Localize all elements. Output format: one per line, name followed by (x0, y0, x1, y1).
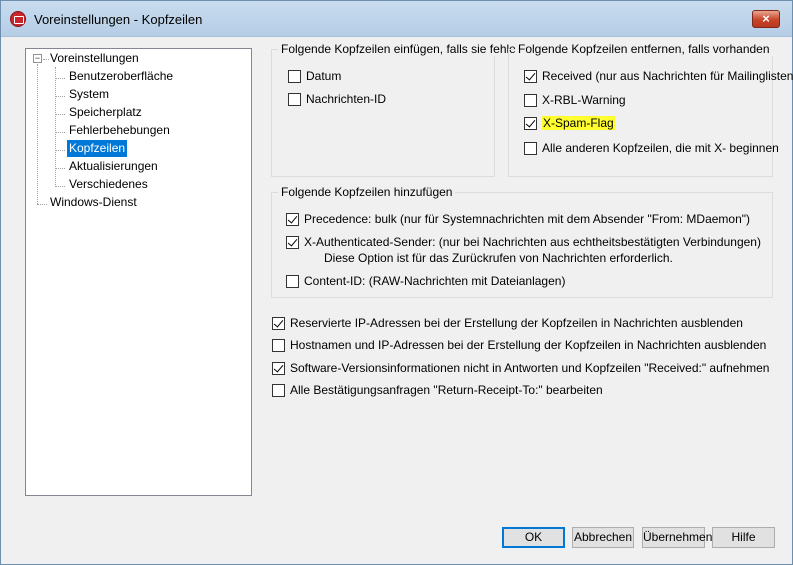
remove-headers-title: Folgende Kopfzeilen entfernen, falls vor… (515, 42, 773, 56)
checkbox-label: Content-ID: (RAW-Nachrichten mit Dateian… (304, 274, 566, 288)
checkbox-box[interactable] (286, 235, 299, 249)
tree-item-verschiedenes[interactable]: Verschiedenes (67, 176, 150, 193)
checkbox-box[interactable] (272, 338, 285, 352)
checkbox-box[interactable] (272, 383, 285, 397)
window-title: Voreinstellungen - Kopfzeilen (34, 12, 203, 27)
tree-item-aktualisierungen[interactable]: Aktualisierungen (67, 158, 160, 175)
add-headers-group: Folgende Kopfzeilen hinzufügen Precedenc… (271, 185, 773, 298)
x-authenticated-sender-note: Diese Option ist für das Zurückrufen von… (324, 251, 673, 265)
checkbox-label: Datum (306, 69, 342, 83)
checkbox-reservierte-ip-ausblenden[interactable]: Reservierte IP-Adressen bei der Erstellu… (272, 315, 743, 331)
checkbox-nachrichten-id[interactable]: Nachrichten-ID (288, 91, 386, 107)
checkbox-alle-x-kopfzeilen[interactable]: Alle anderen Kopfzeilen, die mit X- begi… (524, 140, 779, 156)
checkbox-label: Nachrichten-ID (306, 92, 387, 106)
checkbox-datum[interactable]: Datum (288, 68, 341, 84)
ok-button[interactable]: OK (502, 527, 565, 548)
tree-item-benutzeroberflaeche[interactable]: Benutzeroberfläche (67, 68, 175, 85)
tree-item-speicherplatz[interactable]: Speicherplatz (67, 104, 144, 121)
help-button[interactable]: Hilfe (712, 527, 775, 548)
tree-item-voreinstellungen[interactable]: Voreinstellungen (48, 50, 141, 67)
checkbox-content-id[interactable]: Content-ID: (RAW-Nachrichten mit Dateian… (286, 273, 565, 289)
close-button[interactable]: × (752, 10, 780, 28)
checkbox-label: Precedence: bulk (nur für Systemnachrich… (304, 212, 751, 226)
tree-item-kopfzeilen[interactable]: Kopfzeilen (67, 140, 128, 157)
apply-button[interactable]: Übernehmen (642, 527, 712, 548)
remove-headers-group: Folgende Kopfzeilen entfernen, falls vor… (508, 42, 793, 177)
checkbox-label-highlighted: X-Spam-Flag (542, 116, 615, 130)
checkbox-box[interactable] (288, 69, 301, 83)
tree-item-fehlerbehebungen[interactable]: Fehlerbehebungen (67, 122, 172, 139)
dialog-window: Voreinstellungen - Kopfzeilen × − Vorein… (0, 0, 793, 565)
add-headers-title: Folgende Kopfzeilen hinzufügen (278, 185, 456, 199)
checkbox-box[interactable] (524, 69, 537, 83)
checkbox-label: X-RBL-Warning (542, 93, 626, 107)
checkbox-box[interactable] (288, 92, 301, 106)
checkbox-precedence-bulk[interactable]: Precedence: bulk (nur für Systemnachrich… (286, 211, 750, 227)
insert-headers-group: Folgende Kopfzeilen einfügen, falls sie … (271, 42, 526, 177)
checkbox-hostnamen-ip-ausblenden[interactable]: Hostnamen und IP-Adressen bei der Erstel… (272, 337, 766, 353)
checkbox-box[interactable] (286, 212, 299, 226)
checkbox-label: Alle anderen Kopfzeilen, die mit X- begi… (542, 141, 779, 155)
checkbox-box[interactable] (524, 116, 537, 130)
mdaemon-app-icon (10, 11, 26, 27)
checkbox-box[interactable] (524, 141, 537, 155)
dialog-client-area: − Voreinstellungen Benutzeroberfläche Sy… (9, 37, 793, 557)
checkbox-x-spam-flag[interactable]: X-Spam-Flag (524, 115, 615, 131)
checkbox-box[interactable] (524, 93, 537, 107)
checkbox-label: Reservierte IP-Adressen bei der Erstellu… (290, 316, 743, 330)
tree-item-system[interactable]: System (67, 86, 111, 103)
collapse-icon[interactable]: − (33, 54, 42, 63)
insert-headers-title: Folgende Kopfzeilen einfügen, falls sie … (278, 42, 526, 56)
checkbox-box[interactable] (286, 274, 299, 288)
checkbox-label: X-Authenticated-Sender: (nur bei Nachric… (304, 235, 761, 249)
checkbox-box[interactable] (272, 316, 285, 330)
checkbox-label: Software-Versionsinformationen nicht in … (290, 361, 770, 375)
checkbox-received[interactable]: Received (nur aus Nachrichten für Mailin… (524, 68, 793, 84)
checkbox-software-version[interactable]: Software-Versionsinformationen nicht in … (272, 360, 769, 376)
settings-tree[interactable]: − Voreinstellungen Benutzeroberfläche Sy… (25, 48, 252, 496)
checkbox-box[interactable] (272, 361, 285, 375)
checkbox-label: Hostnamen und IP-Adressen bei der Erstel… (290, 338, 767, 352)
checkbox-x-authenticated-sender[interactable]: X-Authenticated-Sender: (nur bei Nachric… (286, 234, 761, 250)
checkbox-return-receipt[interactable]: Alle Bestätigungsanfragen "Return-Receip… (272, 382, 603, 398)
checkbox-x-rbl-warning[interactable]: X-RBL-Warning (524, 92, 626, 108)
checkbox-label: Alle Bestätigungsanfragen "Return-Receip… (290, 383, 603, 397)
title-bar[interactable]: Voreinstellungen - Kopfzeilen × (1, 1, 792, 37)
cancel-button[interactable]: Abbrechen (572, 527, 634, 548)
checkbox-label: Received (nur aus Nachrichten für Mailin… (542, 69, 793, 83)
tree-item-windows-dienst[interactable]: Windows-Dienst (48, 194, 139, 211)
